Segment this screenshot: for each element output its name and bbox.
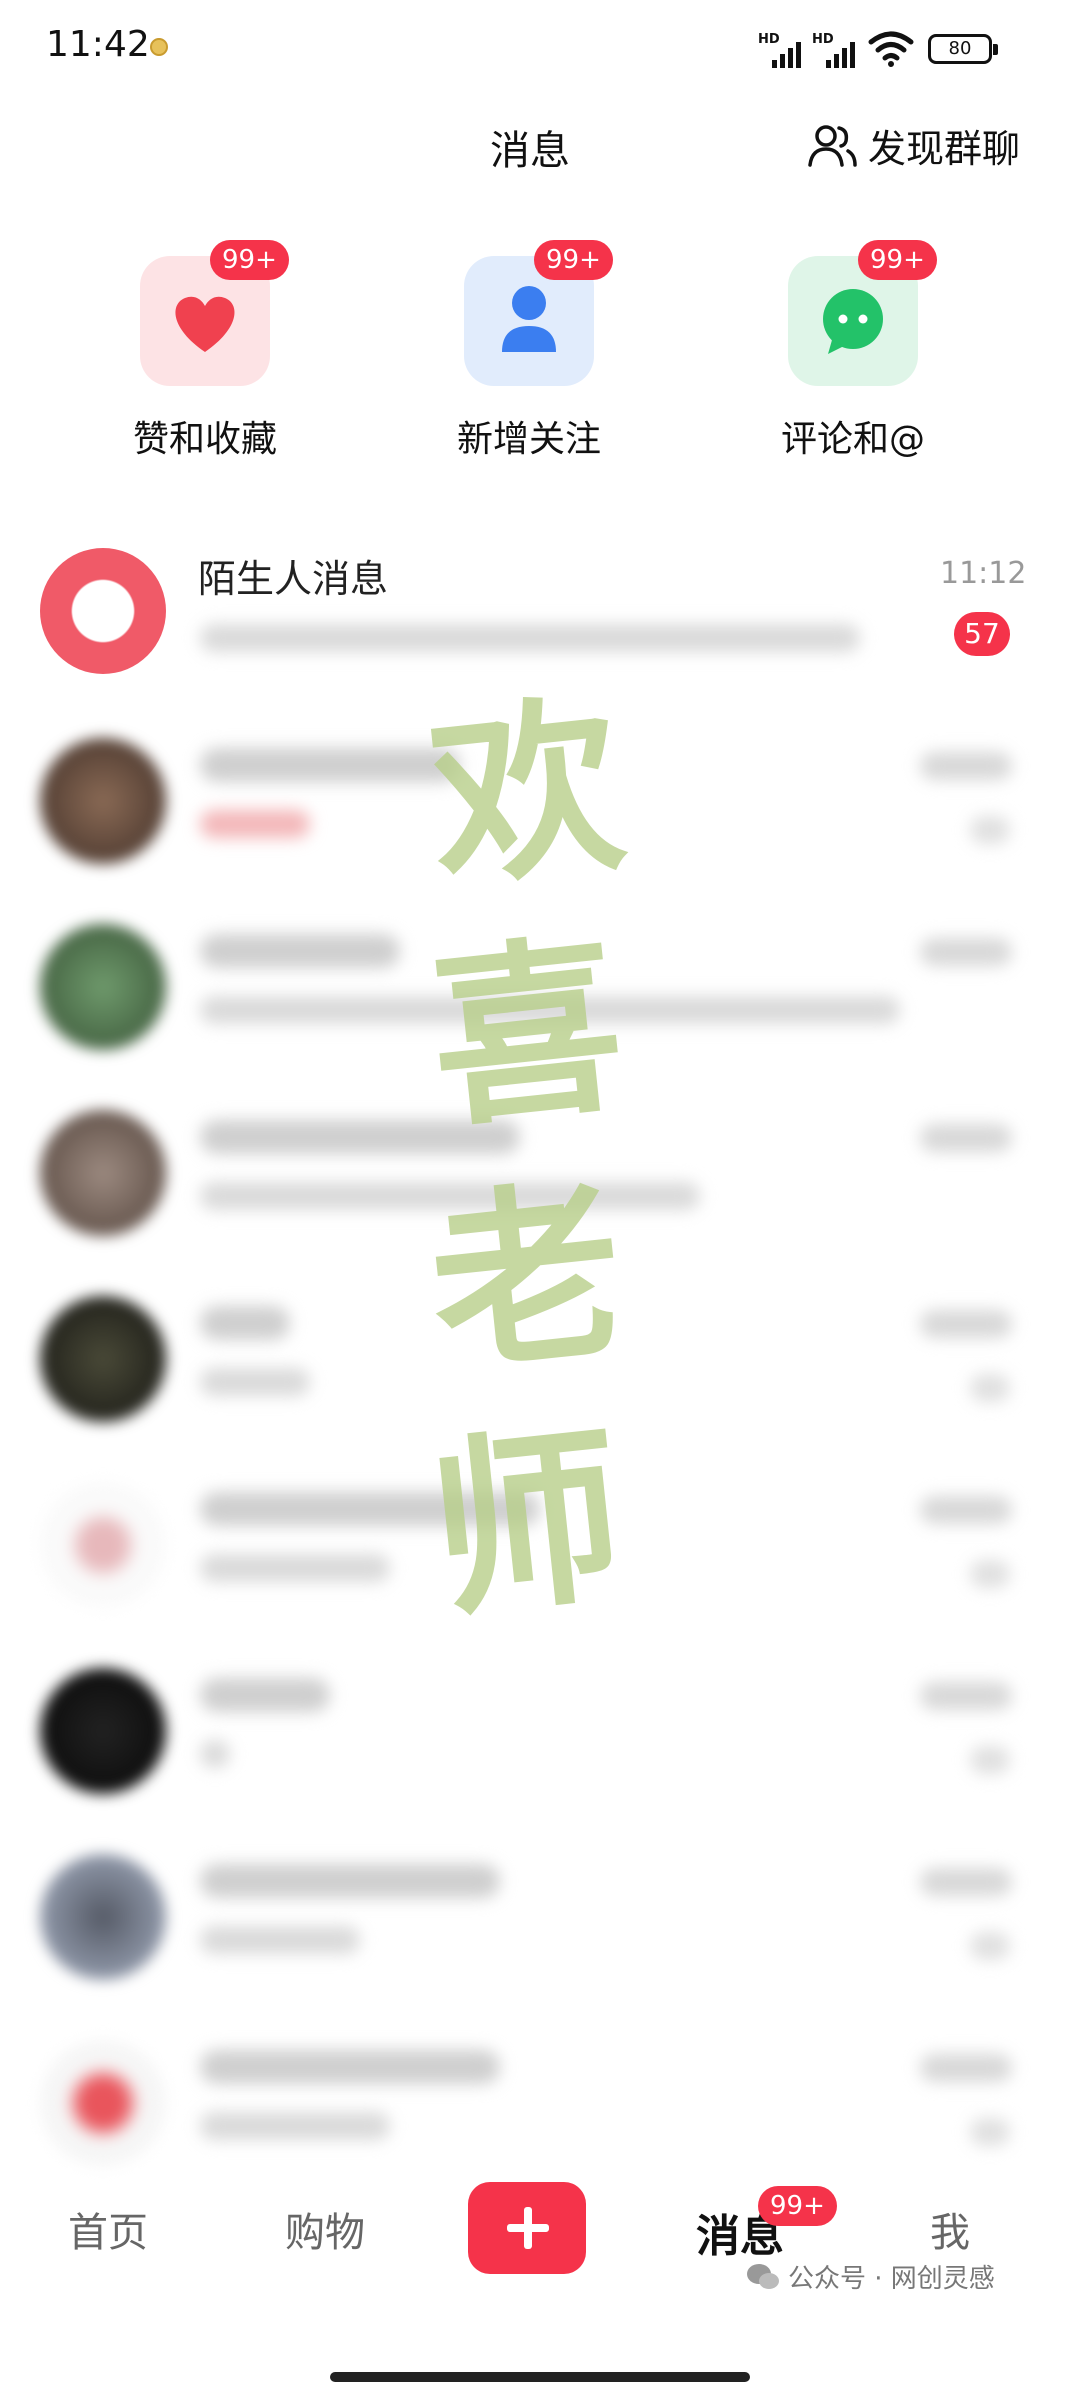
avatar [40,738,166,864]
wechat-icon [747,2263,779,2289]
time-blurred [920,1868,1012,1896]
avatar [40,1854,166,1980]
message-blurred [200,1740,230,1768]
message-blurred [200,1554,390,1582]
stranger-unread-badge: 57 [954,612,1010,656]
mute-blurred [970,1932,1010,1960]
time-blurred [920,938,1012,966]
battery-icon: 80 [928,34,998,64]
time-blurred [920,752,1012,780]
comments-label: 评论和@ [780,419,925,460]
wechat-watermark: 公众号 · 网创灵感 [746,2258,995,2295]
followers-label: 新增关注 [456,419,601,460]
wifi-icon [868,31,914,67]
name-blurred [200,1678,330,1712]
conversation-row[interactable] [0,1854,1080,2040]
likes-and-favorites-button[interactable]: 99+ [140,240,289,386]
comments-badge: 99+ [858,240,937,280]
signal-icon: HD [758,32,810,68]
followers-badge: 99+ [534,240,613,280]
discover-label: 发现群聊 [868,127,1021,171]
avatar [40,924,166,1050]
footer-watermark-text: 公众号 · 网创灵感 [788,2264,995,2294]
likes-badge: 99+ [210,240,289,280]
time-blurred [920,1496,1012,1524]
name-blurred [200,934,400,968]
likes-label: 赞和收藏 [132,419,277,460]
message-blurred [200,1926,360,1954]
avatar [40,1668,166,1794]
name-blurred [200,1306,290,1340]
signal-icon-2: HD [812,32,864,68]
messages-nav-badge: 99+ [758,2186,837,2226]
create-post-button[interactable] [468,2182,586,2274]
name-blurred [200,1864,500,1898]
mute-blurred [970,816,1010,844]
people-icon [808,124,857,167]
nav-me[interactable]: 我 [870,2200,1030,2258]
stranger-messages-time: 11:12 [940,556,1027,591]
mute-blurred [970,1560,1010,1588]
mute-blurred [970,2118,1010,2146]
time-blurred [920,1124,1012,1152]
avatar [40,1482,166,1608]
avatar [40,1296,166,1422]
nav-shop[interactable]: 购物 [245,2200,405,2258]
comments-and-mentions-button[interactable]: 99+ [788,240,937,386]
name-blurred [200,2050,500,2084]
discover-group-chat-button[interactable]: 发现群聊 [808,118,1020,173]
stranger-avatar [40,548,166,674]
home-indicator [330,2372,750,2382]
stranger-messages-title: 陌生人消息 [198,557,389,601]
time-blurred [920,1310,1012,1338]
new-followers-button[interactable]: 99+ [464,240,613,386]
nav-home[interactable]: 首页 [28,2200,188,2258]
conversation-row[interactable] [0,1668,1080,1854]
avatar [40,1110,166,1236]
time-blurred [920,1682,1012,1710]
avatar [40,2040,166,2166]
notification-icon [150,38,168,56]
message-blurred [200,1368,310,1396]
message-blurred [200,2112,390,2140]
watermark-char-4: 师 [420,1402,633,1645]
mute-blurred [970,1746,1010,1774]
message-blurred [200,810,310,838]
mute-blurred [970,1374,1010,1402]
status-time: 11:42 [46,24,150,65]
time-blurred [920,2054,1012,2082]
